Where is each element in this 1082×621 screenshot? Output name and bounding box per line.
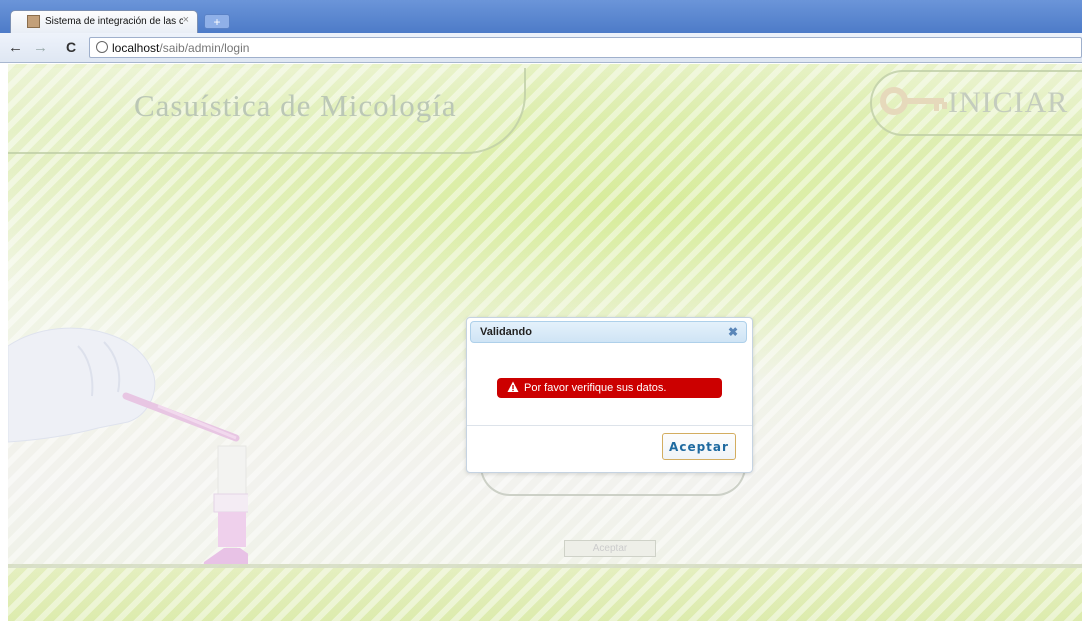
dialog-header: Validando ✖ bbox=[470, 321, 747, 343]
forward-icon[interactable]: → bbox=[33, 40, 48, 55]
key-icon bbox=[880, 87, 947, 115]
dialog-title: Validando bbox=[480, 326, 532, 338]
browser-tab[interactable]: Sistema de integración de las c × bbox=[10, 10, 198, 33]
warning-icon bbox=[507, 381, 519, 392]
back-icon[interactable]: ← bbox=[8, 40, 23, 55]
url-text: localhost/saib/admin/login bbox=[112, 41, 249, 55]
browser-tabstrip: Sistema de integración de las c × + bbox=[0, 0, 1082, 33]
new-tab-icon[interactable]: + bbox=[204, 14, 230, 29]
site-title: Casuística de Micología bbox=[134, 88, 457, 123]
url-host: localhost bbox=[112, 41, 160, 55]
dialog-divider bbox=[467, 425, 752, 426]
login-title: INICIAR bbox=[948, 86, 1069, 119]
dialog-close-icon[interactable]: ✖ bbox=[728, 325, 738, 339]
page-footer bbox=[8, 564, 1082, 621]
accept-button[interactable]: Aceptar bbox=[662, 433, 736, 460]
validation-dialog: Validando ✖ Por favor verifique sus dato… bbox=[466, 317, 753, 473]
background-accept-button: Aceptar bbox=[564, 540, 656, 557]
url-path: /saib/admin/login bbox=[159, 41, 250, 55]
address-bar[interactable]: localhost/saib/admin/login bbox=[89, 37, 1082, 58]
error-message: Por favor verifique sus datos. bbox=[524, 382, 667, 394]
reload-icon[interactable]: C bbox=[66, 40, 76, 55]
favicon-icon bbox=[27, 15, 40, 28]
globe-icon bbox=[96, 41, 108, 53]
error-alert: Por favor verifique sus datos. bbox=[497, 378, 722, 398]
browser-toolbar: ← → C localhost/saib/admin/login bbox=[0, 33, 1082, 63]
tab-close-icon[interactable]: × bbox=[183, 14, 189, 26]
tab-title: Sistema de integración de las c bbox=[45, 16, 183, 27]
